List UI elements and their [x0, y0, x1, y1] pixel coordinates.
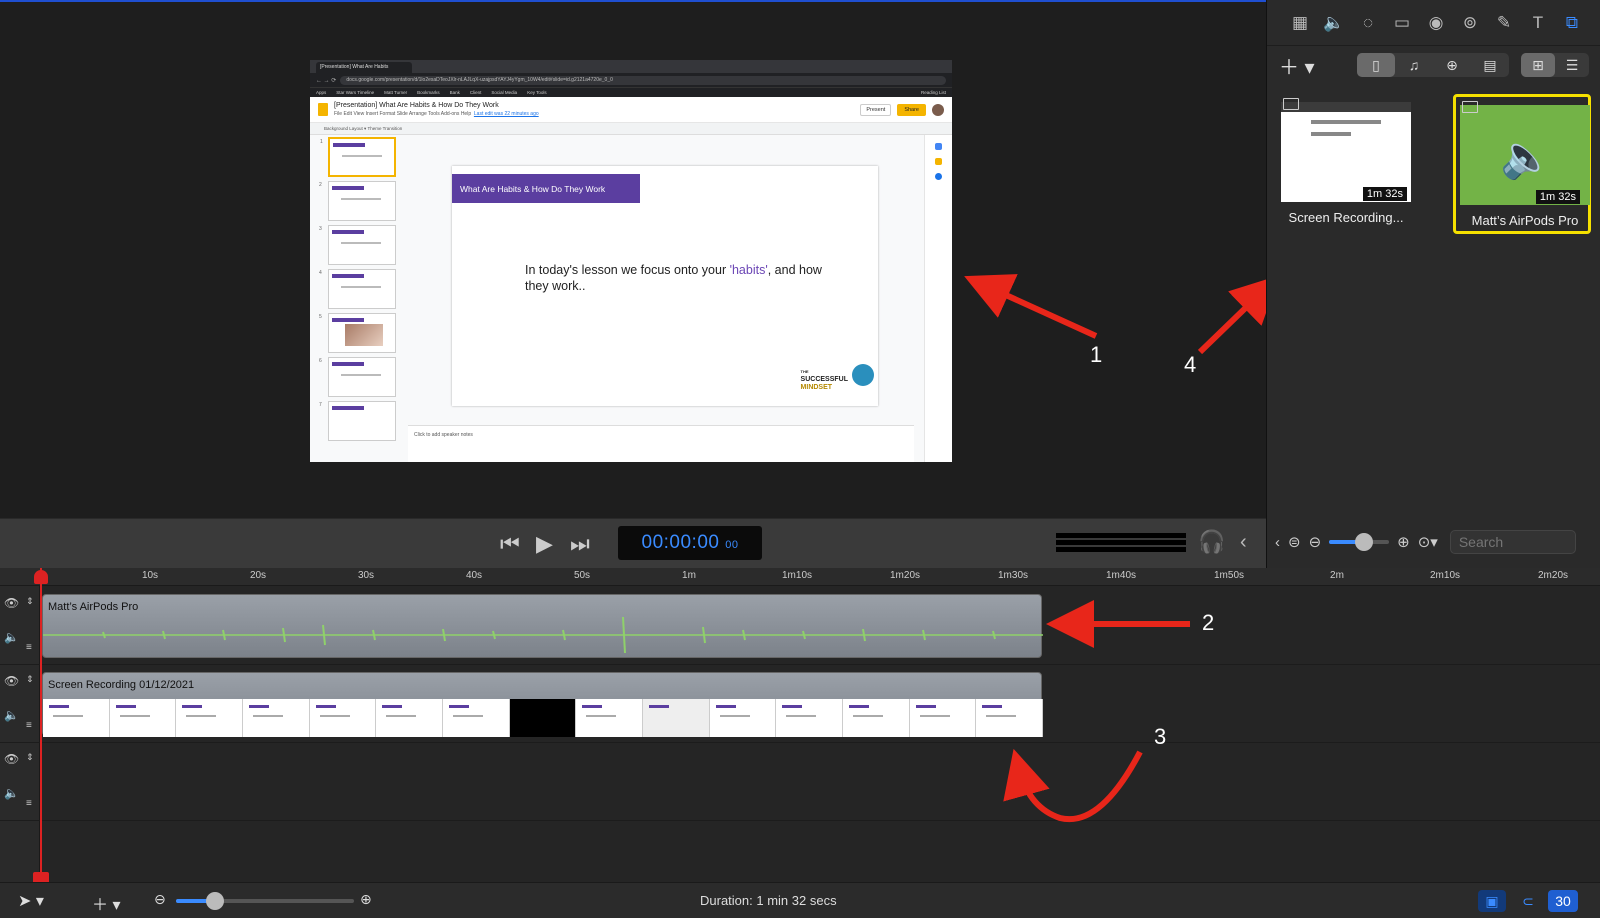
screen-recording-icon[interactable]: ▭ [1385, 13, 1419, 33]
library-footer: ‹ ⊜ ⊖ ⊕ ⊙▾ [1267, 522, 1600, 562]
fast-forward-icon[interactable]: ⏭ [570, 531, 590, 557]
add-track-button[interactable]: ＋ ▾ [92, 891, 120, 915]
audio-properties-icon[interactable]: 🔈 [1317, 13, 1351, 33]
search-input[interactable] [1449, 530, 1576, 554]
annotations-icon[interactable]: ✎ [1487, 13, 1521, 33]
chevron-left-icon[interactable]: ‹ [1240, 531, 1247, 554]
media-library-icon[interactable]: ⧉ [1555, 13, 1589, 33]
stock-media-icon[interactable]: ▤ [1471, 53, 1509, 77]
arrow-4 [1197, 275, 1266, 355]
timeline-zoom-slider[interactable] [176, 892, 354, 910]
rewind-icon[interactable]: ⏮ [500, 531, 520, 557]
snapping-icon[interactable]: ⊂ [1514, 890, 1542, 912]
playhead-handle[interactable] [34, 570, 48, 584]
thumbnail-size-slider[interactable] [1329, 533, 1390, 551]
chevron-left-icon[interactable]: ‹ [1275, 534, 1280, 551]
callout-icon[interactable]: ◉ [1419, 13, 1453, 33]
playhead[interactable] [33, 568, 49, 884]
frame-rate-badge[interactable]: 30 [1548, 890, 1578, 912]
inspector-toolbar: ▦ 🔈 ◌ ▭ ◉ ⊚ ✎ T ⧉ [1267, 0, 1600, 46]
zoom-out-icon[interactable]: ⊖ [154, 891, 166, 908]
preview-canvas[interactable]: [Presentation] What Are Habits ← → ⟳ doc… [0, 0, 1266, 518]
globe-icon[interactable]: ⊕ [1433, 53, 1471, 77]
snapshot-icon[interactable]: ▣ [1478, 890, 1506, 912]
pointer-tool-icon[interactable]: ➤ ▾ [18, 891, 44, 911]
monitor-icon [1283, 98, 1299, 110]
audio-level-meter [1056, 533, 1186, 553]
play-icon[interactable]: ▶ [536, 531, 553, 557]
media-duration: 1m 32s [1362, 187, 1407, 201]
list-view-icon[interactable]: ☰ [1555, 53, 1589, 77]
annotation-label-3: 3 [1154, 724, 1167, 749]
more-options-icon[interactable]: ⊙▾ [1418, 533, 1438, 551]
bottom-toolbar: ➤ ▾ ＋ ▾ ⊖ ⊕ Duration: 1 min 32 secs ▣ ⊂ … [0, 882, 1600, 918]
library-source-tabs: ▯ ♫ ⊕ ▤ [1357, 53, 1509, 77]
text-icon[interactable]: T [1521, 13, 1555, 33]
duration-label: Duration: 1 min 32 secs [700, 893, 837, 908]
annotation-arrows [964, 274, 1266, 355]
touch-callout-icon[interactable]: ⊚ [1453, 13, 1487, 33]
zoom-in-icon[interactable]: ⊕ [360, 891, 372, 908]
transport-bar: ⏮ ▶ ⏭ 00:00:00 00 🎧 ‹ [0, 518, 1266, 568]
arrow-3 [1003, 748, 1143, 823]
library-controls: ＋ ▾ ▯ ♫ ⊕ ▤ ⊞ ☰ [1267, 46, 1600, 84]
speaker-icon: 🔈 [1500, 133, 1553, 180]
annotation-label-4: 4 [1184, 352, 1197, 377]
video-motion-icon[interactable]: ◌ [1351, 13, 1385, 33]
annotation-label-2: 2 [1202, 610, 1215, 635]
media-duration: 1m 32s [1535, 190, 1580, 204]
timeline[interactable]: 10s 20s 30s 40s 50s 1m 1m10s 1m20s 1m30s… [0, 568, 1600, 884]
grid-view-icon[interactable]: ⊞ [1521, 53, 1555, 77]
media-label: Screen Recording... [1288, 210, 1404, 225]
media-label: Matt’s AirPods Pro [1471, 213, 1579, 228]
media-library-panel: ▦ 🔈 ◌ ▭ ◉ ⊚ ✎ T ⧉ ＋ ▾ ▯ ♫ ⊕ ▤ ⊞ ☰ 1m 32s… [1266, 0, 1600, 568]
video-properties-icon[interactable]: ▦ [1283, 13, 1317, 33]
add-media-button[interactable]: ＋ ▾ [1279, 51, 1339, 80]
headphones-icon[interactable]: 🎧 [1198, 529, 1225, 555]
screenflow-window: [Presentation] What Are Habits ← → ⟳ doc… [0, 0, 1600, 918]
zoom-in-icon[interactable]: ⊕ [1397, 533, 1410, 551]
arrow-1 [964, 274, 1098, 339]
music-icon[interactable]: ♫ [1395, 53, 1433, 77]
media-item-airpods-audio[interactable]: 🔈 1m 32s Matt’s AirPods Pro [1453, 94, 1591, 234]
zoom-out-icon[interactable]: ⊖ [1309, 533, 1322, 551]
document-media-icon[interactable]: ▯ [1357, 53, 1395, 77]
timeline-annotation-arrows [1003, 600, 1190, 823]
view-mode-toggle: ⊞ ☰ [1521, 53, 1589, 77]
monitor-icon [1462, 101, 1478, 113]
media-item-screen-recording[interactable]: 1m 32s Screen Recording... [1277, 94, 1415, 234]
filter-icon[interactable]: ⊜ [1288, 533, 1301, 551]
annotation-label-1: 1 [1090, 342, 1103, 367]
timecode-display: 00:00:00 00 [618, 526, 762, 560]
